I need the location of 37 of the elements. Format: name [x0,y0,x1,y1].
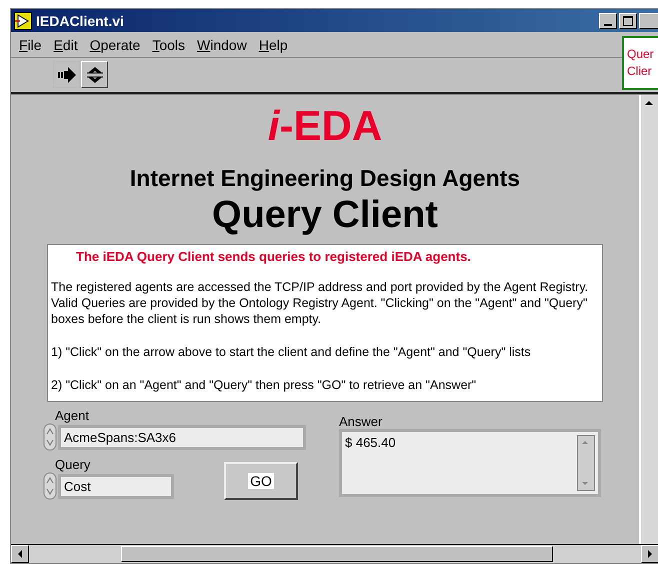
run-continuously-button[interactable] [81,61,108,88]
maximize-icon [623,16,633,26]
description-text: The registered agents are accessed the TCP/IP address and port provided by the Agent Registry. Valid Queries are provided by the Ontology Registry Agent. "Clicking" on the "Agent" and "Query" boxes before the client is run shows them empty. [51,279,590,327]
minimize-button[interactable] [599,12,617,28]
title: Query Client [212,194,438,236]
agent-label: Agent [55,408,90,423]
menu-item[interactable]: Tools [152,36,185,52]
query-label: Query [55,457,92,472]
menu-item[interactable]: Edit [54,36,78,52]
spinner-icon[interactable] [43,472,57,500]
description-heading: The iEDA Query Client sends queries to registered iEDA agents. [75,249,472,265]
label-text: Clier [627,63,652,80]
app-icon [14,12,32,30]
go-button[interactable]: GO [224,462,298,500]
scrollbar[interactable] [11,544,658,563]
spinner-icon[interactable] [43,423,57,451]
minimize-icon [604,24,612,26]
close-button[interactable] [639,12,658,28]
menu-item[interactable]: File [19,36,42,52]
maximize-button[interactable] [619,12,637,28]
arrow-icon [56,66,76,84]
label-text: Quer [627,46,654,63]
query-field[interactable]: Cost [58,474,174,498]
logo-text: i-EDA [268,101,382,151]
answer-field[interactable]: $ 465.40 [339,429,601,497]
window-title: IEDAClient.vi [36,12,124,28]
description-text: 1) "Click" on the arrow above to start the client and define the "Agent" and "Query" lists [51,344,532,360]
agent-field[interactable]: AcmeSpans:SA3x6 [58,424,306,450]
menu-item[interactable]: Window [197,36,247,52]
answer-label: Answer [339,414,384,429]
scrollbar[interactable] [577,435,595,491]
subtitle: Internet Engineering Design Agents [130,165,520,192]
cycle-arrows-icon [84,64,104,84]
menu-item[interactable]: Operate [90,36,140,52]
menu-item[interactable]: Help [258,36,288,52]
description-text: 2) "Click" on an "Agent" and "Query" then press "GO" to retrieve an "Answer" [51,377,478,393]
run-button[interactable] [53,61,80,88]
